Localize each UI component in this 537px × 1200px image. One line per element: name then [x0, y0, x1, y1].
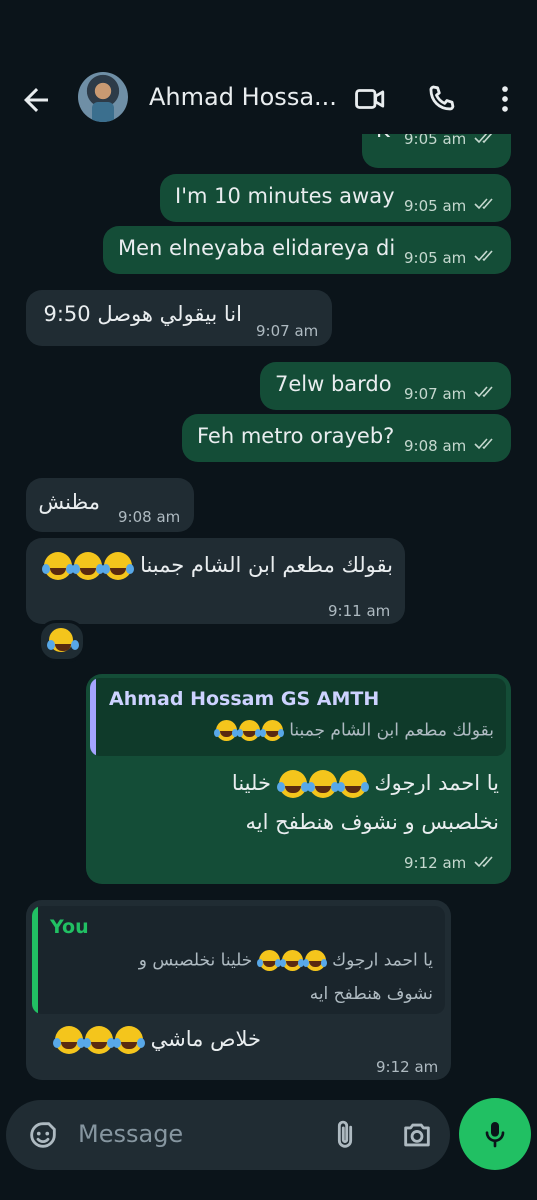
chat-header: Ahmad Hossa... — [0, 64, 537, 134]
quote-text: بقولك مطعم ابن الشام جمبنا — [289, 720, 494, 741]
back-arrow-icon[interactable] — [18, 82, 54, 118]
double-check-icon — [474, 438, 493, 450]
laughing-tears-emoji — [42, 552, 73, 580]
message-composer[interactable]: Message — [6, 1100, 450, 1170]
incoming-reply-message[interactable]: You يا احمد ارجوك خلينا نخلصبس و نشوف هن… — [26, 900, 451, 1080]
quote-text-end: خلينا نخلصبس و — [138, 950, 253, 971]
incoming-message[interactable]: بقولك مطعم ابن الشام جمبنا 9:11 am — [26, 538, 405, 624]
message-time: 9:05 am — [404, 134, 467, 148]
message-text: مظنش — [38, 490, 100, 514]
contact-avatar[interactable] — [78, 72, 128, 122]
quote-text-line-1: يا احمد ارجوك خلينا نخلصبس و — [53, 950, 433, 971]
outgoing-message[interactable]: Men elneyaba elidareya di 9:05 am — [103, 226, 511, 274]
more-vert-icon[interactable] — [488, 82, 522, 116]
laughing-tears-emoji — [72, 552, 103, 580]
attach-icon[interactable] — [328, 1118, 362, 1152]
incoming-message[interactable]: مظنش 9:08 am — [26, 478, 194, 532]
laughing-tears-emoji — [336, 770, 367, 798]
message-time: 9:05 am — [404, 197, 467, 215]
double-check-icon — [474, 856, 493, 868]
message-time: 9:12 am — [404, 854, 467, 872]
laughing-tears-emoji — [259, 720, 283, 741]
double-check-icon — [474, 386, 493, 398]
message-text: انا بيقولي هوصل 9:50 — [43, 302, 243, 326]
message-line-1: يا احمد ارجوك خلينا — [99, 770, 499, 798]
message-time: 9:07 am — [256, 322, 319, 340]
double-check-icon — [474, 134, 493, 144]
laughing-tears-emoji — [306, 770, 337, 798]
outgoing-message[interactable]: K 9:05 am — [362, 134, 511, 168]
message-text-end: خلينا — [231, 771, 271, 795]
message-text: خلاص ماشي — [150, 1027, 261, 1051]
outgoing-message[interactable]: 7elw bardo 9:07 am — [260, 362, 511, 410]
message-time: 9:07 am — [404, 385, 467, 403]
outgoing-message[interactable]: Feh metro orayeb? 9:08 am — [182, 414, 511, 462]
message-text: بقولك مطعم ابن الشام جمبنا — [140, 553, 393, 577]
mic-button[interactable] — [459, 1098, 531, 1170]
incoming-message[interactable]: انا بيقولي هوصل 9:50 9:07 am — [26, 290, 332, 346]
laughing-tears-emoji — [47, 628, 73, 652]
quote-author: You — [50, 916, 89, 938]
laughing-tears-emoji — [279, 950, 303, 971]
quote-text-line-2: نشوف هنطفح ايه — [309, 984, 433, 1004]
laughing-tears-emoji — [102, 552, 133, 580]
camera-icon[interactable] — [400, 1118, 434, 1152]
quote-bar — [32, 906, 38, 1014]
double-check-icon — [474, 198, 493, 210]
message-text-start: يا احمد ارجوك — [374, 771, 499, 795]
outgoing-message[interactable]: I'm 10 minutes away 9:05 am — [160, 174, 511, 222]
message-line: خلاص ماشي — [39, 1026, 261, 1054]
message-time: 9:08 am — [404, 437, 467, 455]
message-reaction[interactable] — [38, 620, 86, 662]
video-call-icon[interactable] — [353, 82, 387, 116]
laughing-tears-emoji — [112, 1026, 143, 1054]
message-time: 9:12 am — [376, 1058, 439, 1076]
message-text: Men elneyaba elidareya di — [118, 236, 396, 260]
mic-icon — [485, 1122, 505, 1148]
laughing-tears-emoji — [302, 950, 326, 971]
quoted-message[interactable]: Ahmad Hossam GS AMTH بقولك مطعم ابن الشا… — [90, 678, 506, 756]
status-bar — [0, 0, 537, 64]
quote-text-start: يا احمد ارجوك — [332, 950, 433, 971]
message-text: 7elw bardo — [275, 372, 392, 396]
sticker-icon[interactable] — [26, 1118, 60, 1152]
quoted-message[interactable]: You يا احمد ارجوك خلينا نخلصبس و نشوف هن… — [32, 906, 445, 1014]
navigation-bar — [0, 1178, 537, 1200]
message-time: 9:08 am — [118, 508, 181, 526]
message-text: K — [376, 134, 390, 142]
laughing-tears-emoji — [236, 720, 260, 741]
quote-bar — [90, 678, 96, 756]
contact-name[interactable]: Ahmad Hossa... — [149, 83, 337, 111]
quote-text-line: بقولك مطعم ابن الشام جمبنا — [114, 720, 494, 741]
laughing-tears-emoji — [256, 950, 280, 971]
message-time: 9:11 am — [328, 602, 391, 620]
message-text: Feh metro orayeb? — [197, 424, 395, 448]
outgoing-reply-message[interactable]: Ahmad Hossam GS AMTH بقولك مطعم ابن الشا… — [86, 674, 511, 884]
laughing-tears-emoji — [213, 720, 237, 741]
laughing-tears-emoji — [52, 1026, 83, 1054]
double-check-icon — [474, 250, 493, 262]
message-time: 9:05 am — [404, 249, 467, 267]
phone-icon[interactable] — [424, 82, 458, 116]
message-input[interactable]: Message — [78, 1120, 183, 1148]
quote-author: Ahmad Hossam GS AMTH — [109, 688, 380, 710]
chat-area[interactable]: K 9:05 am I'm 10 minutes away 9:05 am Me… — [0, 134, 537, 1090]
message-text: I'm 10 minutes away — [175, 184, 395, 208]
message-line: بقولك مطعم ابن الشام جمبنا — [38, 552, 393, 580]
laughing-tears-emoji — [82, 1026, 113, 1054]
message-line-2: نخلصبس و نشوف هنطفح ايه — [245, 810, 499, 834]
laughing-tears-emoji — [276, 770, 307, 798]
